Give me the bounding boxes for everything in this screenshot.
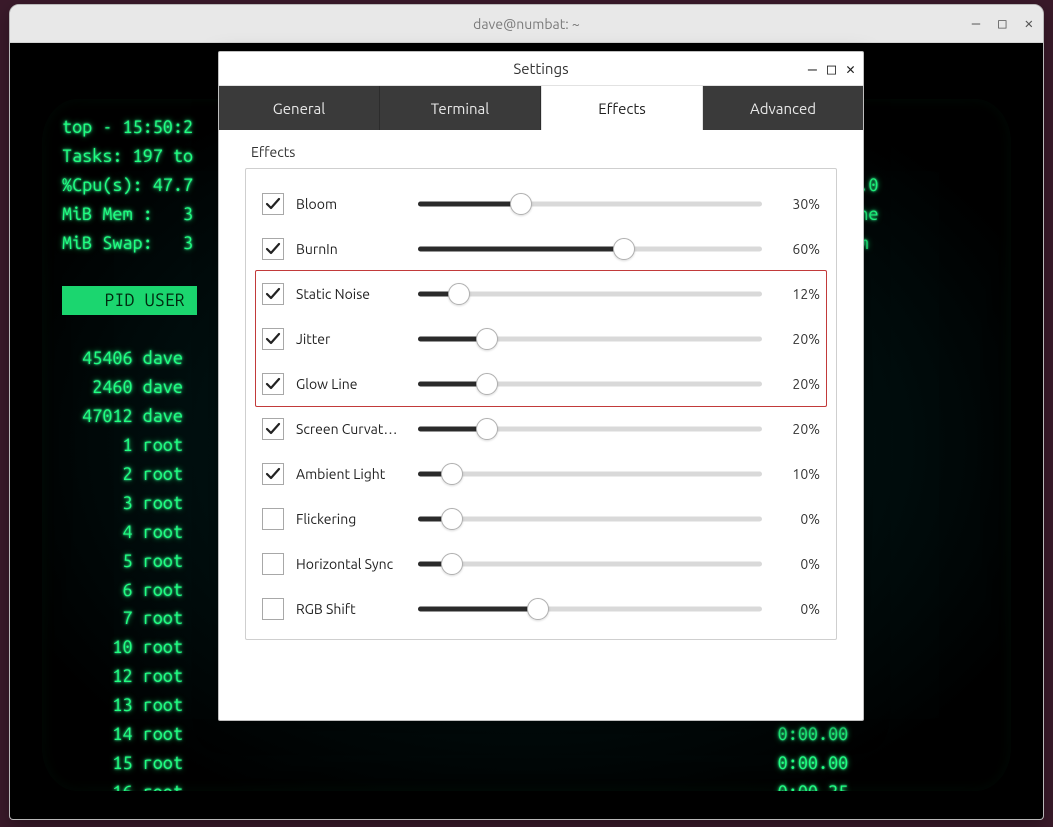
section-label: Effects: [251, 144, 837, 160]
effect-percent: 10%: [774, 466, 820, 482]
tab-general[interactable]: General: [219, 86, 380, 130]
check-icon: [265, 331, 281, 347]
slider-thumb[interactable]: [613, 238, 635, 260]
effect-checkbox[interactable]: [262, 373, 284, 395]
effect-row-glow-line: Glow Line 20%: [256, 361, 826, 406]
tab-effects[interactable]: Effects: [541, 86, 703, 130]
slider-thumb[interactable]: [441, 508, 463, 530]
titlebar: dave@numbat: ~ — □ ✕: [10, 5, 1043, 43]
effect-label: Jitter: [296, 331, 406, 347]
effect-slider[interactable]: [418, 419, 762, 439]
slider-thumb[interactable]: [476, 418, 498, 440]
effect-slider[interactable]: [418, 374, 762, 394]
effect-percent: 60%: [774, 241, 820, 257]
tab-advanced[interactable]: Advanced: [703, 86, 863, 130]
slider-thumb[interactable]: [441, 463, 463, 485]
slider-thumb[interactable]: [448, 283, 470, 305]
effect-checkbox[interactable]: [262, 553, 284, 575]
check-icon: [265, 196, 281, 212]
effect-row-static-noise: Static Noise 12%: [256, 271, 826, 316]
window-controls: — □ ✕: [972, 5, 1033, 43]
main-window: dave@numbat: ~ — □ ✕ top - 15:50:2 02 Ta…: [9, 4, 1044, 820]
window-title: dave@numbat: ~: [473, 16, 580, 32]
effect-row-horizontal-sync: Horizontal Sync 0%: [256, 541, 826, 586]
effect-checkbox[interactable]: [262, 238, 284, 260]
effect-checkbox[interactable]: [262, 418, 284, 440]
effects-panel: Effects Bloom 30% BurnIn 60% Static Noise 12%…: [219, 130, 863, 720]
dialog-minimize-button[interactable]: —: [808, 62, 817, 77]
check-icon: [265, 376, 281, 392]
effect-row-ambient-light: Ambient Light 10%: [256, 451, 826, 496]
effect-label: Flickering: [296, 511, 406, 527]
effects-box: Bloom 30% BurnIn 60% Static Noise 12% Jitter 20…: [245, 168, 837, 640]
highlighted-effects-group: Static Noise 12% Jitter 20% Glow Line 20%: [255, 270, 827, 407]
effect-slider[interactable]: [418, 194, 762, 214]
effect-checkbox[interactable]: [262, 283, 284, 305]
effect-slider[interactable]: [418, 554, 762, 574]
effect-checkbox[interactable]: [262, 193, 284, 215]
effect-slider[interactable]: [418, 284, 762, 304]
effect-percent: 0%: [774, 511, 820, 527]
effect-label: Bloom: [296, 196, 406, 212]
slider-thumb[interactable]: [510, 193, 532, 215]
effect-row-burnin: BurnIn 60%: [256, 226, 826, 271]
effect-slider[interactable]: [418, 464, 762, 484]
dialog-close-button[interactable]: ✕: [846, 62, 855, 77]
slider-thumb[interactable]: [476, 328, 498, 350]
check-icon: [265, 466, 281, 482]
dialog-title: Settings: [513, 60, 568, 77]
close-button[interactable]: ✕: [1025, 17, 1033, 31]
maximize-button[interactable]: □: [998, 17, 1006, 31]
effect-label: RGB Shift: [296, 601, 406, 617]
dialog-maximize-button[interactable]: □: [827, 62, 836, 77]
slider-thumb[interactable]: [441, 553, 463, 575]
effect-percent: 20%: [774, 376, 820, 392]
effect-percent: 0%: [774, 601, 820, 617]
effect-checkbox[interactable]: [262, 328, 284, 350]
effect-row-bloom: Bloom 30%: [256, 181, 826, 226]
effect-percent: 30%: [774, 196, 820, 212]
effect-slider[interactable]: [418, 599, 762, 619]
minimize-button[interactable]: —: [972, 17, 980, 31]
slider-thumb[interactable]: [527, 598, 549, 620]
effect-checkbox[interactable]: [262, 598, 284, 620]
effect-row-rgb-shift: RGB Shift 0%: [256, 586, 826, 631]
effect-label: Screen Curvat…: [296, 421, 406, 437]
dialog-titlebar: Settings — □ ✕: [219, 52, 863, 86]
effect-label: Static Noise: [296, 286, 406, 302]
effect-label: Glow Line: [296, 376, 406, 392]
effect-slider[interactable]: [418, 239, 762, 259]
effect-label: Ambient Light: [296, 466, 406, 482]
effect-percent: 12%: [774, 286, 820, 302]
settings-dialog: Settings — □ ✕ GeneralTerminalEffectsAdv…: [218, 51, 864, 721]
check-icon: [265, 241, 281, 257]
effect-checkbox[interactable]: [262, 463, 284, 485]
tab-terminal[interactable]: Terminal: [380, 86, 541, 130]
effect-label: Horizontal Sync: [296, 556, 406, 572]
effect-row-jitter: Jitter 20%: [256, 316, 826, 361]
effect-label: BurnIn: [296, 241, 406, 257]
effect-percent: 20%: [774, 331, 820, 347]
effect-percent: 20%: [774, 421, 820, 437]
effect-percent: 0%: [774, 556, 820, 572]
dialog-window-controls: — □ ✕: [808, 52, 855, 86]
effect-slider[interactable]: [418, 509, 762, 529]
tabbar: GeneralTerminalEffectsAdvanced: [219, 86, 863, 130]
effect-row-screen-curvat: Screen Curvat… 20%: [256, 406, 826, 451]
slider-thumb[interactable]: [476, 373, 498, 395]
effect-checkbox[interactable]: [262, 508, 284, 530]
effect-row-flickering: Flickering 0%: [256, 496, 826, 541]
effect-slider[interactable]: [418, 329, 762, 349]
check-icon: [265, 286, 281, 302]
check-icon: [265, 421, 281, 437]
process-table-header-left: PID USER: [62, 286, 197, 315]
